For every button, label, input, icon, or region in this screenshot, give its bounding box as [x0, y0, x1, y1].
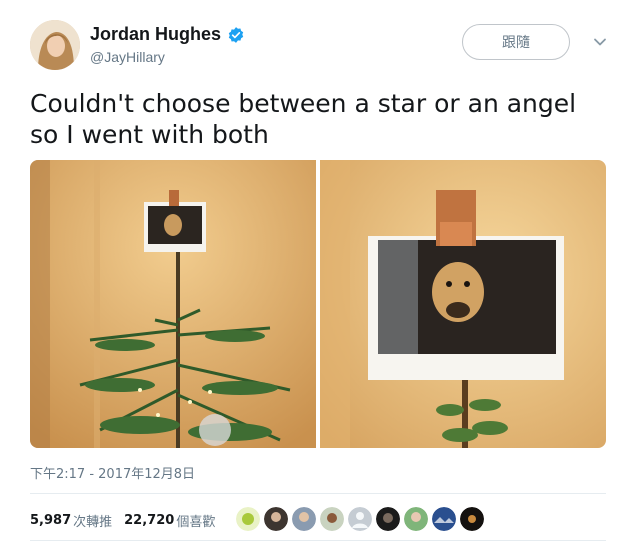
verified-badge-icon: [228, 26, 244, 43]
user-info: Jordan Hughes @JayHillary: [90, 24, 245, 65]
liker-avatar[interactable]: [460, 507, 484, 531]
photo-right[interactable]: [320, 160, 606, 448]
avatar-image: [30, 20, 80, 70]
chevron-down-icon[interactable]: [592, 34, 608, 50]
liker-avatar[interactable]: [404, 507, 428, 531]
like-stat[interactable]: 22,720 個喜歡: [124, 511, 215, 530]
like-label: 個喜歡: [176, 515, 216, 530]
liker-avatar[interactable]: [348, 507, 372, 531]
liker-avatar[interactable]: [236, 507, 260, 531]
retweet-stat[interactable]: 5,987 次轉推: [30, 511, 112, 530]
tweet-media[interactable]: [30, 160, 606, 448]
divider-bottom: [30, 540, 606, 541]
tweet-header: Jordan Hughes @JayHillary 跟隨: [30, 18, 620, 74]
liker-avatar[interactable]: [320, 507, 344, 531]
divider-top: [30, 493, 606, 494]
liker-avatars: [236, 507, 484, 531]
user-handle[interactable]: @JayHillary: [90, 49, 245, 65]
like-count: 22,720: [124, 513, 175, 528]
tweet-stats: 5,987 次轉推 22,720 個喜歡: [30, 511, 215, 530]
retweet-label: 次轉推: [73, 515, 113, 530]
liker-avatar[interactable]: [264, 507, 288, 531]
retweet-count: 5,987: [30, 513, 72, 528]
tweet-timestamp[interactable]: 下午2:17 - 2017年12月8日: [30, 463, 195, 482]
media-photos: [30, 160, 606, 448]
follow-button[interactable]: 跟隨: [462, 24, 570, 60]
user-avatar[interactable]: [30, 20, 80, 70]
photo-left[interactable]: [30, 160, 316, 448]
tweet-text: Couldn't choose between a star or an ang…: [30, 89, 577, 149]
liker-avatar[interactable]: [292, 507, 316, 531]
display-name-row[interactable]: Jordan Hughes: [90, 24, 245, 45]
liker-avatar[interactable]: [376, 507, 400, 531]
display-name[interactable]: Jordan Hughes: [90, 24, 221, 45]
liker-avatar[interactable]: [432, 507, 456, 531]
